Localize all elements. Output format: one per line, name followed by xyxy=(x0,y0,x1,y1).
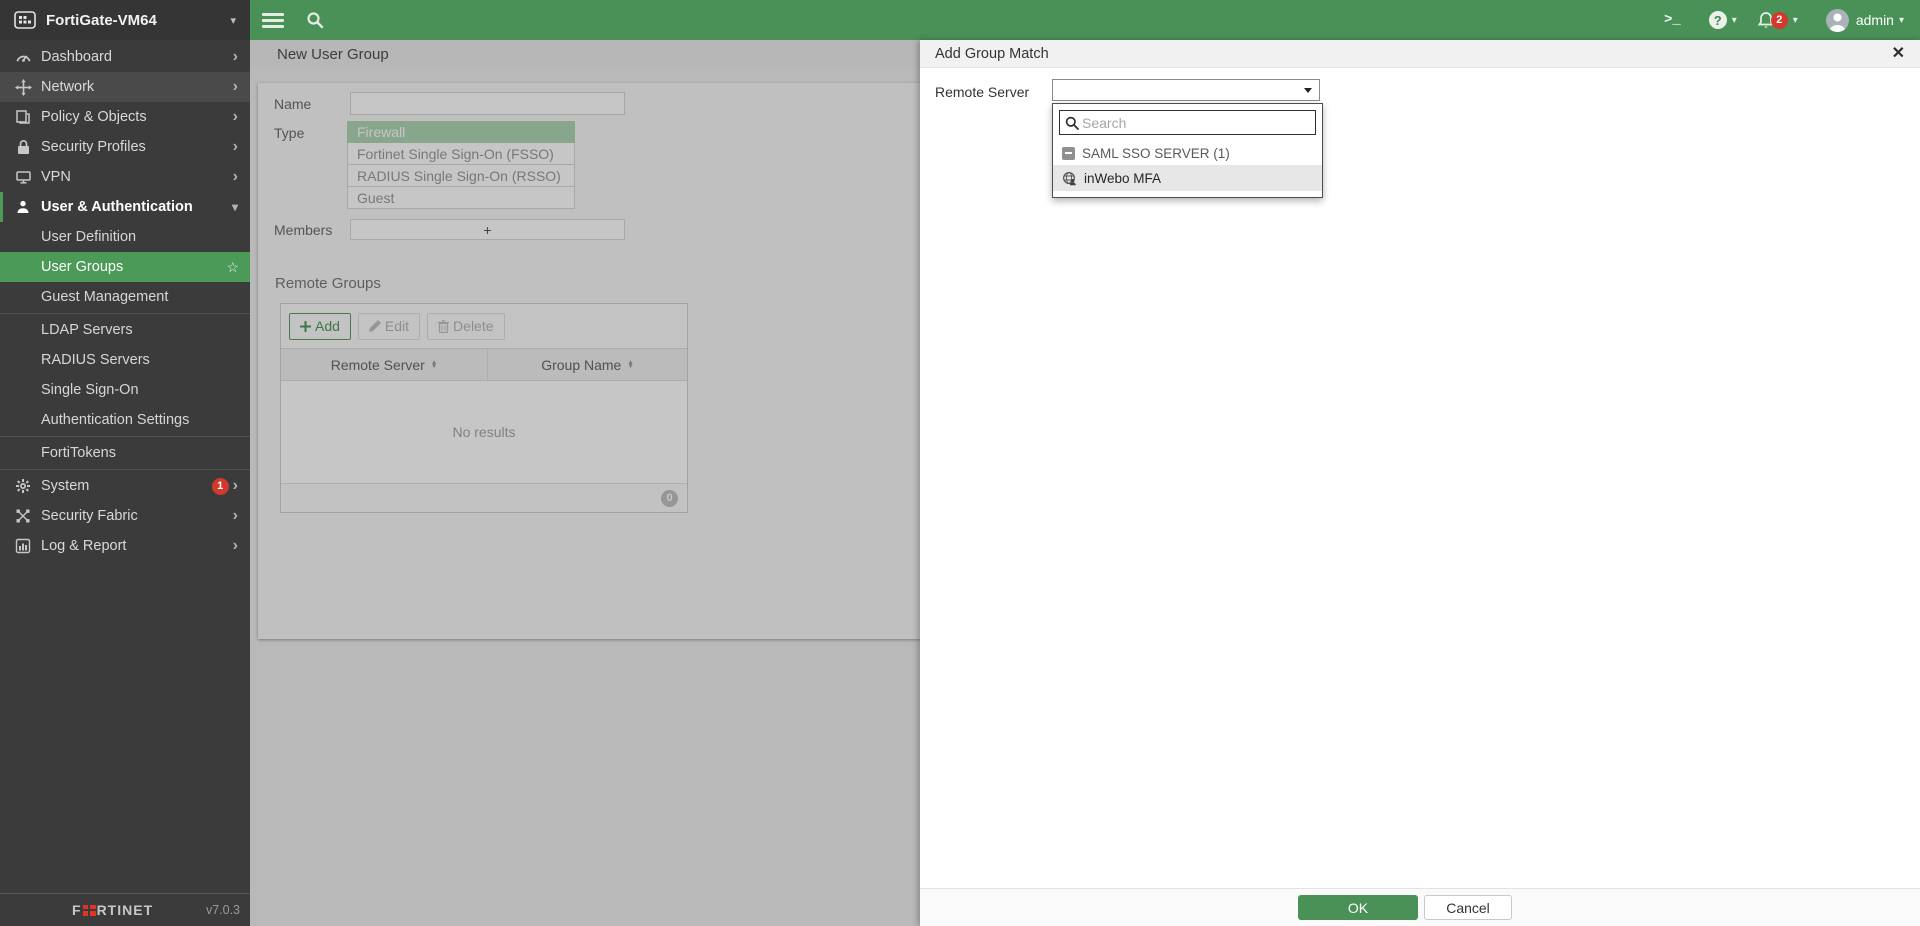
menu-divider xyxy=(0,469,250,470)
new-user-group-page: New User Group Name Type Firewall Fortin… xyxy=(250,40,920,926)
hamburger-menu-icon[interactable] xyxy=(262,10,284,31)
device-name: FortiGate-VM64 xyxy=(46,12,157,29)
username-label: admin xyxy=(1856,12,1894,28)
dialog-title-bar: Add Group Match ✕ xyxy=(920,40,1920,68)
search-icon xyxy=(1065,116,1079,130)
avatar xyxy=(1826,9,1849,32)
user-menu[interactable]: admin ▾ xyxy=(1826,9,1904,32)
user-icon xyxy=(14,198,32,216)
sidebar-item-vpn[interactable]: VPN › xyxy=(0,162,250,192)
add-group-match-dialog: Add Group Match ✕ Remote Server SAML SSO… xyxy=(920,40,1920,926)
chevron-down-icon: ▾ xyxy=(230,14,236,27)
menu-divider xyxy=(0,436,250,437)
chevron-down-icon: ▾ xyxy=(232,201,250,213)
copy-icon xyxy=(14,108,32,126)
ok-button[interactable]: OK xyxy=(1298,895,1418,920)
lock-icon xyxy=(14,138,32,156)
chevron-right-icon: › xyxy=(233,538,250,554)
remote-server-dropdown: SAML SSO SERVER (1) inWebo MFA xyxy=(1052,103,1323,198)
fortinet-logo-o xyxy=(83,905,96,916)
saml-server-icon xyxy=(1062,171,1077,186)
star-icon[interactable]: ☆ xyxy=(226,259,250,276)
sidebar-item-single-sign-on[interactable]: Single Sign-On xyxy=(0,375,250,405)
cli-console-icon[interactable]: >_ xyxy=(1664,12,1681,28)
menu-divider xyxy=(0,313,250,314)
sidebar-item-user-definition[interactable]: User Definition xyxy=(0,222,250,252)
top-navbar: >_ ? ▾ 2 ▾ admin ▾ xyxy=(250,0,1920,40)
chevron-right-icon: › xyxy=(233,139,250,155)
chevron-down-icon xyxy=(1304,88,1312,93)
sidebar-item-security-profiles[interactable]: Security Profiles › xyxy=(0,132,250,162)
chevron-right-icon: › xyxy=(233,508,250,524)
remote-server-label: Remote Server xyxy=(935,84,1029,100)
fabric-icon xyxy=(14,507,32,525)
sidebar-item-user-authentication[interactable]: User & Authentication ▾ xyxy=(0,192,250,222)
dialog-title: Add Group Match xyxy=(935,46,1049,62)
sidebar-item-guest-management[interactable]: Guest Management xyxy=(0,282,250,312)
move-icon xyxy=(14,78,32,96)
dropdown-search-input[interactable] xyxy=(1082,112,1315,133)
chevron-right-icon: › xyxy=(233,169,250,185)
alert-count-badge: 1 xyxy=(212,478,229,495)
sidebar-item-fortitokens[interactable]: FortiTokens xyxy=(0,438,250,468)
dropdown-option-inwebo-mfa[interactable]: inWebo MFA xyxy=(1053,165,1322,191)
sidebar-item-log-report[interactable]: Log & Report › xyxy=(0,531,250,561)
chevron-down-icon: ▾ xyxy=(1899,15,1904,26)
bar-chart-icon xyxy=(14,537,32,555)
device-selector[interactable]: FortiGate-VM64 ▾ xyxy=(0,0,250,40)
remote-server-select[interactable] xyxy=(1052,79,1320,101)
topbar-right-cluster: >_ ? ▾ 2 ▾ admin ▾ xyxy=(1664,9,1904,32)
sidebar: FortiGate-VM64 ▾ Dashboard › Network › P… xyxy=(0,0,250,926)
firmware-version: v7.0.3 xyxy=(206,903,240,917)
chevron-down-icon[interactable]: ▾ xyxy=(1732,15,1737,26)
sidebar-item-policy-objects[interactable]: Policy & Objects › xyxy=(0,102,250,132)
notifications-button[interactable]: 2 xyxy=(1757,11,1788,30)
sidebar-item-user-groups[interactable]: User Groups ☆ xyxy=(0,252,250,282)
modal-scrim xyxy=(250,40,920,926)
chevron-right-icon: › xyxy=(233,79,250,95)
search-icon[interactable] xyxy=(306,11,324,29)
monitor-icon xyxy=(14,168,32,186)
sidebar-item-ldap-servers[interactable]: LDAP Servers xyxy=(0,315,250,345)
sidebar-item-authentication-settings[interactable]: Authentication Settings xyxy=(0,405,250,435)
notification-count-badge: 2 xyxy=(1771,12,1788,29)
sidebar-item-dashboard[interactable]: Dashboard › xyxy=(0,42,250,72)
fortigate-app: FortiGate-VM64 ▾ Dashboard › Network › P… xyxy=(0,0,1920,926)
chevron-right-icon: › xyxy=(233,49,250,65)
sidebar-menu: Dashboard › Network › Policy & Objects ›… xyxy=(0,40,250,561)
sidebar-item-radius-servers[interactable]: RADIUS Servers xyxy=(0,345,250,375)
chevron-right-icon: › xyxy=(233,109,250,125)
fortinet-logo: FRTINET xyxy=(72,902,153,918)
gear-icon xyxy=(14,477,32,495)
cancel-button[interactable]: Cancel xyxy=(1424,895,1512,920)
close-icon[interactable]: ✕ xyxy=(1892,46,1905,62)
help-icon[interactable]: ? xyxy=(1709,11,1727,29)
collapse-group-icon xyxy=(1062,147,1075,160)
sidebar-footer: FRTINET v7.0.3 xyxy=(0,893,250,926)
dropdown-group-saml-sso-server[interactable]: SAML SSO SERVER (1) xyxy=(1053,141,1322,165)
dialog-footer: OK Cancel xyxy=(920,888,1920,926)
sidebar-item-security-fabric[interactable]: Security Fabric › xyxy=(0,501,250,531)
dropdown-search-box xyxy=(1059,110,1316,135)
gauge-icon xyxy=(14,48,32,66)
fortigate-logo-icon xyxy=(14,11,36,29)
sidebar-item-network[interactable]: Network › xyxy=(0,72,250,102)
chevron-right-icon: › xyxy=(233,478,250,494)
chevron-down-icon[interactable]: ▾ xyxy=(1793,15,1798,26)
sidebar-item-system[interactable]: System 1 › xyxy=(0,471,250,501)
